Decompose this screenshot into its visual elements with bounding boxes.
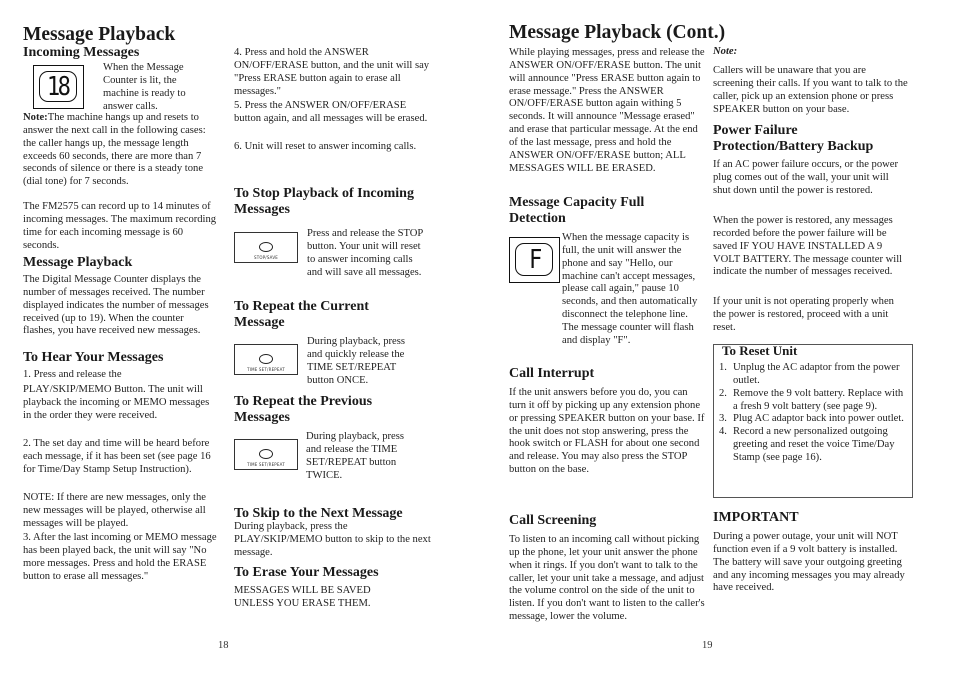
skip-description: During playback, press the PLAY/SKIP/MEM… [234, 521, 431, 558]
heading-power-failure: Power Failure Protection/Battery Backup [713, 123, 874, 154]
heading-incoming-messages: Incoming Messages [23, 45, 140, 60]
erase-description: MESSAGES WILL BE SAVED UNLESS YOU ERASE … [234, 585, 371, 609]
time-set-repeat-label: TIME SET/REPEAT [247, 367, 285, 372]
page-title-left: Message Playback [23, 24, 176, 45]
heading-repeat-previous: To Repeat the Previous Messages [234, 394, 373, 425]
hear-step-1a: 1. Press and release the [23, 369, 122, 380]
heading-stop-playback: To Stop Playback of Incoming Messages [234, 186, 414, 217]
hear-step-5: 5. Press the ANSWER ON/OFF/ERASE button … [234, 100, 428, 124]
message-counter-image: 18 [33, 65, 84, 109]
button-oval-icon [259, 354, 273, 364]
hear-step-2: 2. The set day and time will be heard be… [23, 438, 211, 475]
call-screening-description: To listen to an incoming call without pi… [509, 534, 705, 623]
counter-description: When the Message Counter is lit, the mac… [103, 62, 186, 112]
hear-note: NOTE: If there are new messages, only th… [23, 492, 206, 529]
power-failure-p1: If an AC power failure occurs, or the po… [713, 159, 899, 196]
time-set-repeat-button-image-2: TIME SET/REPEAT [234, 439, 298, 470]
heading-call-interrupt: Call Interrupt [509, 366, 595, 381]
button-oval-icon [259, 242, 273, 252]
stop-save-label: STOP/SAVE [253, 255, 279, 260]
time-set-repeat-button-image: TIME SET/REPEAT [234, 344, 298, 375]
button-oval-icon [259, 449, 273, 459]
repeat-current-description: During playback, press and quickly relea… [307, 336, 405, 386]
page-number-right: 19 [702, 640, 713, 651]
page-title-right: Message Playback (Cont.) [509, 22, 726, 43]
heading-reset-unit: To Reset Unit [722, 343, 798, 358]
screening-note-text: Callers will be unaware that you are scr… [713, 65, 908, 115]
reset-step: 2. Remove the 9 volt battery. Replace wit… [719, 387, 904, 412]
erase-while-playing-text: While playing messages, press and releas… [509, 47, 705, 174]
recording-capacity-text: The FM2575 can record up to 14 minutes o… [23, 201, 217, 251]
stop-description: Press and release the STOP button. Your … [307, 228, 423, 278]
important-description: During a power outage, your unit will NO… [713, 531, 905, 594]
heading-message-playback: Message Playback [23, 255, 133, 270]
lcd-display-icon: F [515, 243, 553, 276]
lcd-digit: F [528, 244, 542, 275]
note-text: The machine hangs up and resets to answe… [23, 112, 206, 188]
lcd-digit: 18 [47, 71, 71, 102]
playback-description: The Digital Message Counter displays the… [23, 274, 209, 337]
note-label-right: Note: [713, 46, 738, 57]
hear-step-6: 6. Unit will reset to answer incoming ca… [234, 141, 417, 152]
note-label: Note: [23, 112, 48, 123]
power-failure-p2: When the power is restored, any messages… [713, 215, 903, 278]
call-interrupt-description: If the unit answers before you do, you c… [509, 387, 705, 476]
hear-step-3: 3. After the last incoming or MEMO messa… [23, 532, 217, 582]
note-paragraph: Note:The machine hangs up and resets to … [23, 112, 219, 189]
page-number-left: 18 [218, 640, 229, 651]
reset-steps-list: 1. Unplug the AC adaptor from the power o… [714, 362, 908, 465]
lcd-display-icon: 18 [39, 71, 77, 102]
heading-repeat-current: To Repeat the Current Message [234, 299, 369, 330]
reset-unit-box: To Reset Unit 1. Unplug the AC adaptor fr… [713, 343, 913, 498]
heading-skip-next: To Skip to the Next Message [234, 506, 403, 521]
heading-call-screening: Call Screening [509, 513, 597, 528]
reset-step: 3. Plug AC adaptor back into power outlet… [719, 413, 904, 425]
heading-erase-messages: To Erase Your Messages [234, 565, 379, 580]
hear-step-1b: PLAY/SKIP/MEMO Button. The unit will pla… [23, 384, 210, 421]
reset-step: 4. Record a new personalized outgoing gre… [719, 426, 895, 463]
reset-step: 1. Unplug the AC adaptor from the power o… [719, 362, 900, 386]
capacity-full-counter-image: F [509, 237, 560, 283]
hear-step-4: 4. Press and hold the ANSWER ON/OFF/ERAS… [234, 47, 430, 97]
capacity-full-description: When the message capacity is full, the u… [562, 232, 698, 346]
time-set-repeat-label: TIME SET/REPEAT [247, 462, 285, 467]
stop-save-button-image: STOP/SAVE [234, 232, 298, 263]
repeat-previous-description: During playback, press and release the T… [306, 431, 404, 481]
power-failure-p3: If your unit is not operating properly w… [713, 296, 894, 333]
heading-important: IMPORTANT [713, 510, 799, 525]
heading-capacity-full: Message Capacity Full Detection [509, 195, 645, 226]
heading-hear-messages: To Hear Your Messages [23, 350, 164, 365]
